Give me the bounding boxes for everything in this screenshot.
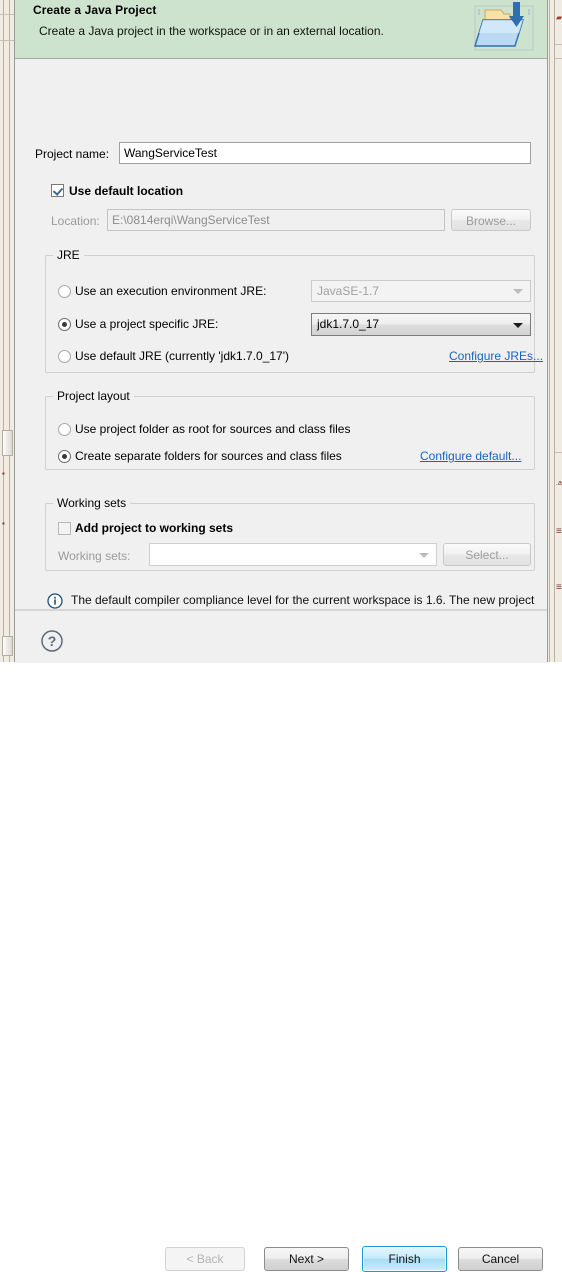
chevron-down-icon [419,552,429,558]
radio-separate-folders[interactable] [58,450,71,463]
add-project-to-working-sets-checkbox[interactable] [58,522,71,535]
radio-execution-environment-jre[interactable] [58,285,71,298]
radio-execution-environment-jre-label: Use an execution environment JRE: [75,284,267,298]
svg-text:?: ? [48,633,57,649]
page-title: Create a Java Project [33,3,157,17]
use-default-location-label: Use default location [69,184,184,198]
radio-project-folder-root[interactable] [58,423,71,436]
project-layout-group-title: Project layout [53,389,134,403]
jre-group-title: JRE [53,248,84,262]
project-name-input[interactable]: WangServiceTest [119,142,531,164]
location-input[interactable]: E:\0814erqi\WangServiceTest [107,209,445,231]
background-window-left: ▪ ▪ [0,0,14,662]
radio-default-jre-label: Use default JRE (currently 'jdk1.7.0_17'… [75,349,290,363]
finish-button[interactable]: Finish [362,1246,447,1272]
dialog-body: Project name: WangServiceTest Use defaul… [15,59,547,626]
execution-environment-combo-value: JavaSE-1.7 [317,284,380,298]
working-sets-group-title: Working sets [53,496,131,510]
working-sets-combo[interactable] [149,543,437,566]
use-default-location-checkbox[interactable] [51,184,64,197]
dialog-banner: Create a Java Project Create a Java proj… [15,0,547,59]
radio-default-jre[interactable] [58,350,71,363]
radio-project-specific-jre[interactable] [58,318,71,331]
location-label: Location: [51,214,100,228]
create-java-project-dialog: Create a Java Project Create a Java proj… [14,0,548,1272]
background-scrollbar-thumb [2,430,13,456]
execution-environment-combo[interactable]: JavaSE-1.7 [311,280,531,302]
project-name-label: Project name: [35,147,110,161]
cancel-button[interactable]: Cancel [458,1247,543,1271]
java-project-folder-icon [474,2,534,51]
info-icon [47,593,63,609]
add-project-to-working-sets-label: Add project to working sets [75,521,234,535]
project-specific-jre-combo-value: jdk1.7.0_17 [317,317,380,331]
background-scrollbar-thumb-2 [2,636,13,656]
background-window-right: ▰ .a ≡ ≡ [548,0,562,662]
browse-button[interactable]: Browse... [451,209,531,231]
chevron-down-icon [513,322,523,328]
help-question-icon[interactable]: ? [40,629,64,653]
radio-project-folder-root-label: Use project folder as root for sources a… [75,422,351,436]
radio-separate-folders-label: Create separate folders for sources and … [75,449,342,463]
project-specific-jre-combo[interactable]: jdk1.7.0_17 [311,313,531,336]
dialog-footer: ? < Back Next > Finish Cancel [15,610,547,1272]
radio-project-specific-jre-label: Use a project specific JRE: [75,317,219,331]
configure-jres-link[interactable]: Configure JREs... [449,349,543,363]
back-button[interactable]: < Back [165,1247,245,1271]
chevron-down-icon [513,289,523,294]
next-button[interactable]: Next > [264,1247,349,1271]
working-sets-label: Working sets: [58,549,131,563]
page-subtitle: Create a Java project in the workspace o… [39,24,384,38]
select-working-sets-button[interactable]: Select... [443,543,531,566]
configure-default-link[interactable]: Configure default... [420,449,521,463]
